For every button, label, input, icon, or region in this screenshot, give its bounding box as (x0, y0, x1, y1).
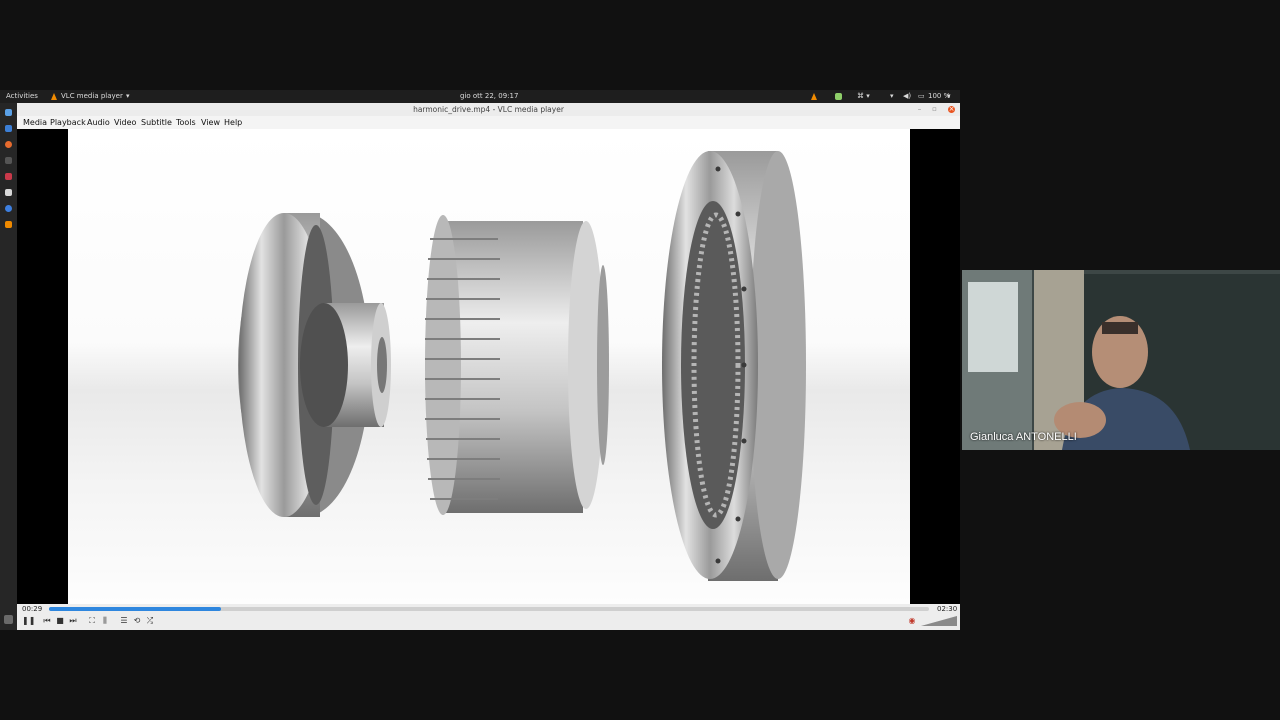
menu-media[interactable]: Media (23, 118, 47, 127)
participant-name: Gianluca ANTONELLI (970, 431, 1077, 443)
menu-help[interactable]: Help (224, 118, 242, 127)
wave-generator-part (238, 213, 391, 517)
shuffle-icon[interactable]: ⤮ (145, 616, 155, 626)
next-icon[interactable]: ⏭ (68, 616, 78, 626)
vlc-cone-icon (51, 93, 57, 100)
system-top-bar: Activities VLC media player ▾ gio ott 22… (0, 90, 960, 103)
dock (0, 103, 17, 630)
menu-audio[interactable]: Audio (87, 118, 110, 127)
document-app-icon[interactable] (5, 189, 12, 196)
app-menu-vlc[interactable]: VLC media player (61, 92, 123, 101)
elapsed-time: 00:29 (22, 605, 43, 613)
maximize-icon[interactable]: ▫ (931, 106, 938, 113)
pause-icon[interactable]: ❚❚ (22, 616, 35, 626)
vlc-tray-icon[interactable] (811, 93, 817, 100)
show-apps-icon[interactable] (4, 615, 13, 624)
volume-slider[interactable] (921, 616, 957, 626)
harmonic-drive-render (238, 151, 806, 581)
tray-app-icon[interactable] (835, 93, 842, 100)
participant-video-tile[interactable]: Gianluca ANTONELLI (962, 270, 1280, 450)
mute-icon[interactable]: ◉ (907, 616, 917, 626)
vlc-title-bar[interactable]: harmonic_drive.mp4 - VLC media player – … (17, 103, 960, 116)
menu-tools[interactable]: Tools (176, 118, 196, 127)
stop-icon[interactable]: ■ (55, 616, 65, 626)
total-time: 02:30 (937, 605, 958, 613)
playback-controls: 00:29 02:30 ❚❚ ⏮ ■ ⏭ ⛶ ⫼ ☰ ⟲ ⤮ ◉ (17, 604, 960, 630)
vlc-dock-icon[interactable] (5, 221, 12, 228)
app-menu-chevron-icon[interactable]: ▾ (126, 92, 130, 101)
minimize-icon[interactable]: – (916, 106, 923, 113)
loop-icon[interactable]: ⟲ (132, 616, 142, 626)
seek-slider[interactable] (49, 607, 929, 611)
red-app-icon[interactable] (5, 173, 12, 180)
previous-icon[interactable]: ⏮ (42, 616, 52, 626)
browser-icon[interactable] (5, 205, 12, 212)
playlist-icon[interactable]: ☰ (119, 616, 129, 626)
thunderbird-icon[interactable] (5, 125, 12, 132)
menu-subtitle[interactable]: Subtitle (141, 118, 172, 127)
menu-view[interactable]: View (201, 118, 220, 127)
activities-button[interactable]: Activities (6, 92, 38, 101)
system-menu-chevron-icon[interactable]: ▾ (947, 92, 951, 101)
clock[interactable]: gio ott 22, 09:17 (460, 92, 518, 101)
video-frame (68, 129, 910, 604)
input-method-icon[interactable]: ⌘ ▾ (857, 92, 870, 101)
flexspline-part (425, 215, 609, 515)
volume-level (921, 616, 957, 626)
seek-progress (49, 607, 221, 611)
firefox-icon[interactable] (5, 141, 12, 148)
wifi-icon[interactable]: ▾ (890, 92, 894, 101)
menu-video[interactable]: Video (114, 118, 136, 127)
video-area[interactable] (17, 129, 960, 604)
terminal-icon[interactable] (5, 157, 12, 164)
vlc-menu-bar: Media Playback Audio Video Subtitle Tool… (17, 116, 960, 130)
extended-settings-icon[interactable]: ⫼ (100, 616, 110, 626)
circular-spline-part (662, 151, 806, 581)
fullscreen-icon[interactable]: ⛶ (87, 616, 97, 626)
close-icon[interactable]: × (948, 106, 955, 113)
files-app-icon[interactable] (5, 109, 12, 116)
window-title: harmonic_drive.mp4 - VLC media player (413, 105, 564, 114)
menu-playback[interactable]: Playback (50, 118, 86, 127)
battery-icon[interactable]: ▭ (918, 92, 925, 101)
speaker-icon[interactable]: ◀) (903, 92, 911, 101)
participant-camera-feed (962, 270, 1280, 450)
